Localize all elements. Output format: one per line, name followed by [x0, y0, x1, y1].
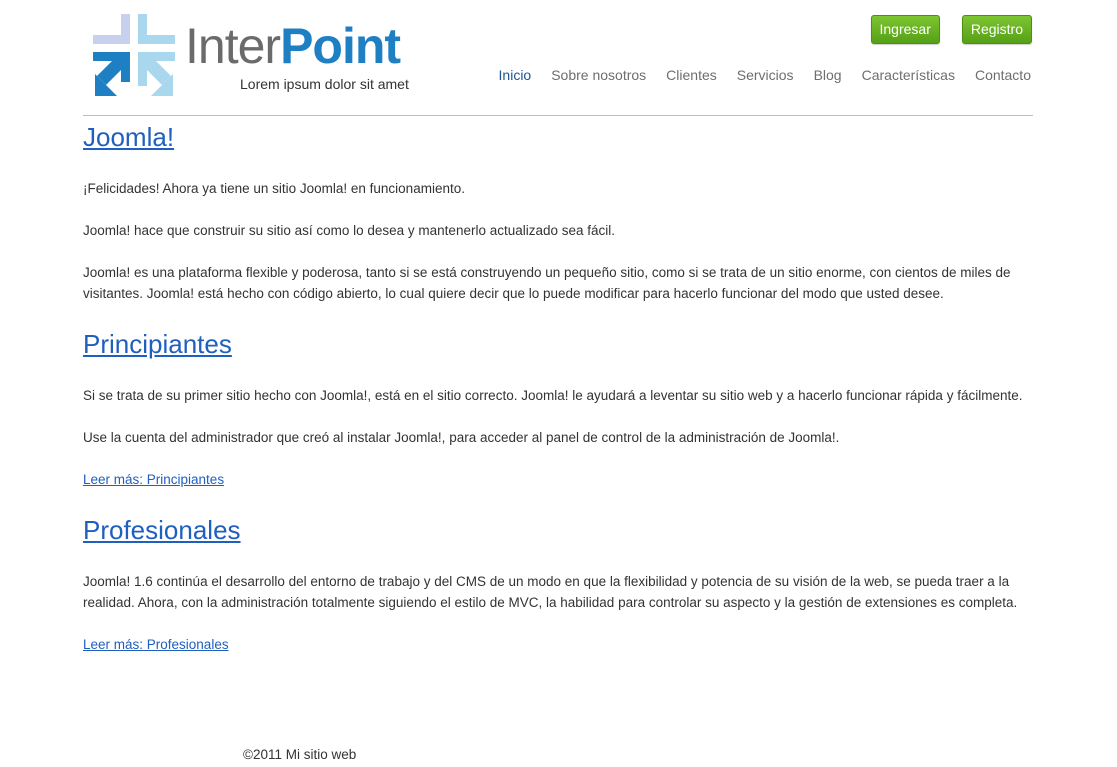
main-nav: Inicio Sobre nosotros Clientes Servicios…	[499, 67, 1031, 83]
nav-item-inicio[interactable]: Inicio	[499, 67, 532, 83]
article-paragraph: Joomla! es una plataforma flexible y pod…	[83, 265, 1011, 301]
page-wrapper: InterPoint Lorem ipsum dolor sit amet In…	[83, 0, 1033, 116]
logo-word-inter: Inter	[185, 18, 281, 74]
article-title-joomla: Joomla!	[83, 119, 1033, 155]
article-paragraph: Joomla! 1.6 continúa el desarrollo del e…	[83, 574, 1018, 610]
article-title-link[interactable]: Profesionales	[83, 515, 241, 545]
nav-item-sobre-nosotros[interactable]: Sobre nosotros	[551, 67, 646, 83]
article-paragraph: ¡Felicidades! Ahora ya tiene un sitio Jo…	[83, 181, 465, 196]
readmore-principiantes-link[interactable]: Leer más: Principiantes	[83, 472, 224, 487]
site-footer: ©2011 Mi sitio web	[243, 747, 357, 762]
article-paragraph: Si se trata de su primer sitio hecho con…	[83, 388, 1023, 403]
auth-buttons: Ingresar Registro	[870, 15, 1032, 44]
nav-item-caracteristicas[interactable]: Características	[862, 67, 955, 83]
site-header: InterPoint Lorem ipsum dolor sit amet In…	[83, 0, 1033, 116]
readmore-row: Leer más: Profesionales	[83, 634, 1033, 655]
article-title-link[interactable]: Joomla!	[83, 122, 174, 152]
register-button[interactable]: Registro	[961, 15, 1032, 44]
login-button[interactable]: Ingresar	[870, 15, 940, 44]
article-title-principiantes: Principiantes	[83, 326, 1033, 362]
logo-word-point: Point	[280, 18, 401, 74]
site-tagline: Lorem ipsum dolor sit amet	[240, 76, 409, 92]
readmore-row: Leer más: Principiantes	[83, 469, 1033, 490]
readmore-profesionales-link[interactable]: Leer más: Profesionales	[83, 637, 229, 652]
main-content: Joomla! ¡Felicidades! Ahora ya tiene un …	[83, 119, 1033, 655]
article-title-link[interactable]: Principiantes	[83, 329, 232, 359]
article-title-profesionales: Profesionales	[83, 512, 1033, 548]
nav-item-servicios[interactable]: Servicios	[737, 67, 794, 83]
site-logo[interactable]: InterPoint Lorem ipsum dolor sit amet	[83, 12, 423, 98]
nav-item-blog[interactable]: Blog	[814, 67, 842, 83]
article-paragraph: Joomla! hace que construir su sitio así …	[83, 223, 616, 238]
article-paragraph: Use la cuenta del administrador que creó…	[83, 430, 840, 445]
logo-arrows-icon	[93, 14, 175, 96]
nav-item-clientes[interactable]: Clientes	[666, 67, 717, 83]
logo-wordmark: InterPoint	[185, 14, 401, 78]
nav-item-contacto[interactable]: Contacto	[975, 67, 1031, 83]
